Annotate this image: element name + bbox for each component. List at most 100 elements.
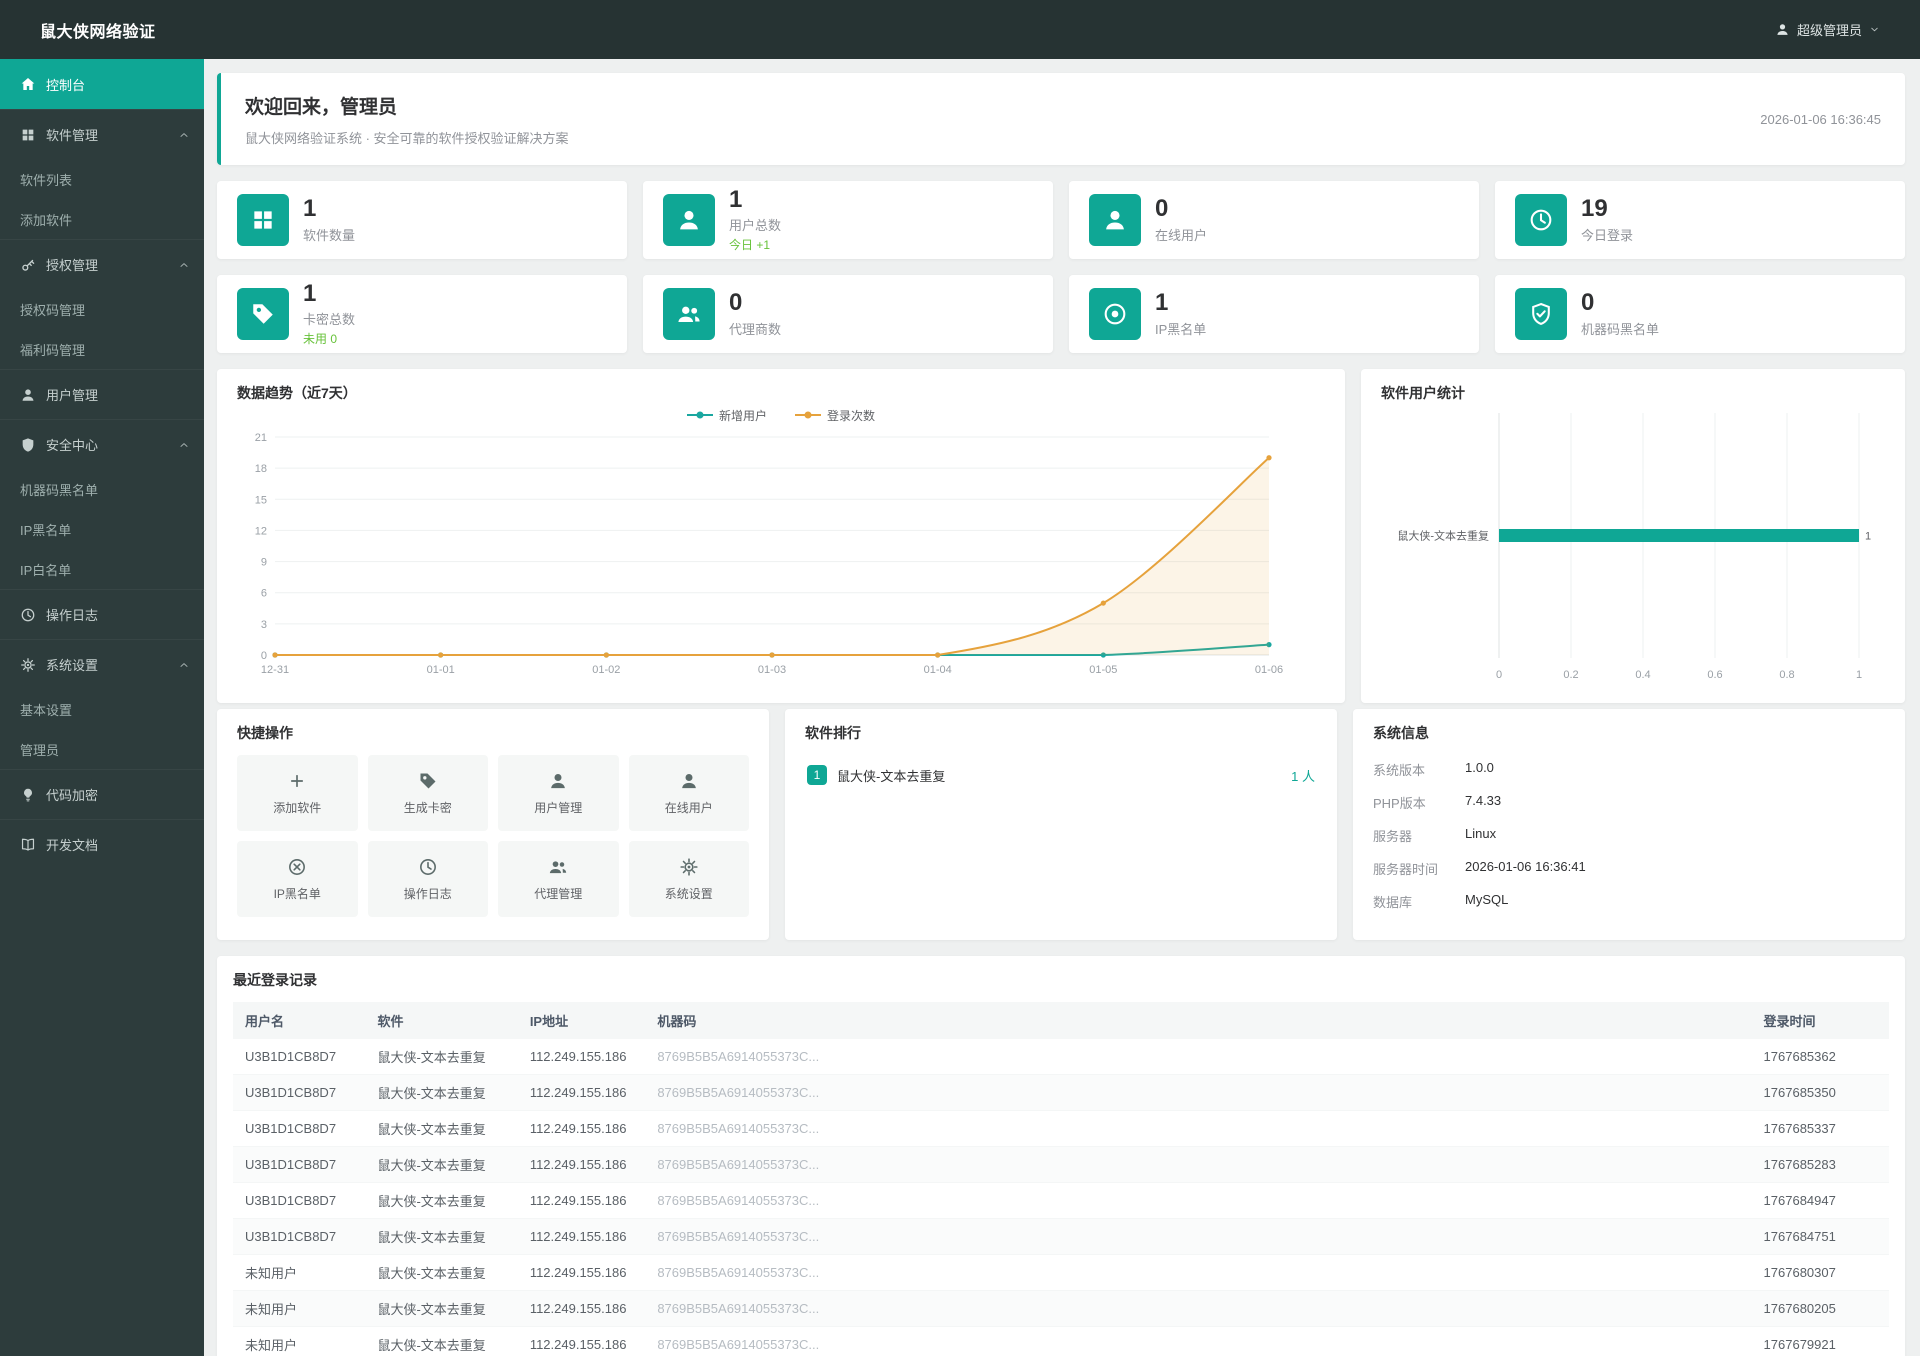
- quick-action-tile[interactable]: 系统设置: [628, 841, 749, 917]
- table-cell: 鼠大侠-文本去重复: [365, 1218, 518, 1255]
- legend-item[interactable]: 登录次数: [795, 407, 875, 424]
- sidebar-item-5[interactable]: 操作日志: [0, 589, 204, 639]
- column-header: IP地址: [517, 1002, 646, 1039]
- legend-item[interactable]: 新增用户: [686, 407, 767, 424]
- sidebar-item-8[interactable]: 开发文档: [0, 819, 204, 869]
- legend-marker-icon: [686, 411, 713, 419]
- user-menu-label: 超级管理员: [1796, 23, 1862, 38]
- recent-logins-title: 最近登录记录: [233, 972, 317, 988]
- stat-card: 19 今日登录: [1495, 181, 1905, 259]
- bulb-icon: [20, 787, 36, 803]
- table-cell: 鼠大侠-文本去重复: [365, 1110, 518, 1147]
- table-row: 未知用户 鼠大侠-文本去重复 112.249.155.186 8769B5B5A691…: [233, 1326, 1889, 1356]
- user-icon: [1102, 207, 1128, 233]
- sidebar-subitem[interactable]: 基本设置: [0, 689, 204, 729]
- software-ranking-card: 软件排行 1 鼠大侠-文本去重复 1 人: [785, 709, 1337, 940]
- quick-action-label: 操作日志: [403, 886, 452, 901]
- shield-icon: [20, 437, 36, 453]
- chevron-down-icon: [1869, 24, 1880, 35]
- stat-text: 1 软件数量: [303, 196, 355, 243]
- stat-value: 0: [1155, 195, 1169, 223]
- sidebar-subitem[interactable]: 管理员: [0, 729, 204, 769]
- table-cell: 1767680205: [1751, 1290, 1889, 1327]
- sidebar-item-7[interactable]: 代码加密: [0, 769, 204, 819]
- info-label: 系统版本: [1373, 763, 1426, 778]
- svg-text:0: 0: [261, 650, 267, 662]
- table-cell: 鼠大侠-文本去重复: [365, 1146, 518, 1183]
- gear-icon: [20, 657, 36, 673]
- stat-card-icon: [237, 288, 289, 340]
- stat-text: 1 卡密总数 未用 0: [303, 281, 355, 347]
- main-content: 欢迎回来，管理员 鼠大侠网络验证系统 · 安全可靠的软件授权验证解决方案 202…: [204, 59, 1920, 1356]
- svg-text:0.6: 0.6: [1707, 669, 1722, 681]
- stat-value: 19: [1581, 195, 1608, 223]
- trend-chart-card: 数据趋势（近7天） 新增用户 登录次数 0 3 6 9 12 15 18 21 12-31 01-0…: [217, 369, 1345, 703]
- table-cell: U3B1D1CB8D7: [233, 1110, 366, 1147]
- sidebar-subitem[interactable]: 软件列表: [0, 159, 204, 199]
- sidebar-item-4[interactable]: 安全中心: [0, 419, 204, 469]
- stat-text: 19 今日登录: [1581, 196, 1633, 243]
- ranking-item: 1 鼠大侠-文本去重复 1 人: [805, 759, 1317, 791]
- app-title: 鼠大侠网络验证: [40, 23, 156, 41]
- svg-text:01-06: 01-06: [1255, 664, 1283, 676]
- sidebar-subitem[interactable]: IP白名单: [0, 549, 204, 589]
- quick-action-tile[interactable]: 在线用户: [628, 755, 749, 831]
- stat-label: 用户总数: [729, 218, 782, 234]
- table-row: U3B1D1CB8D7 鼠大侠-文本去重复 112.249.155.186 8769B…: [233, 1182, 1889, 1219]
- users-icon: [548, 857, 568, 877]
- sidebar: 控制台 软件管理 软件列表 添加软件 授权管理 授权码管理 福利码管理 用户管理 安全中心 机器码…: [0, 59, 204, 1356]
- sidebar-item-6[interactable]: 系统设置: [0, 639, 204, 689]
- stat-label: IP黑名单: [1155, 321, 1207, 337]
- quick-action-tile[interactable]: 生成卡密: [367, 755, 488, 831]
- software-ranking-list: 1 鼠大侠-文本去重复 1 人: [805, 759, 1317, 791]
- stat-value: 1: [303, 279, 317, 307]
- grid-icon: [250, 207, 276, 233]
- stat-card: 1 卡密总数 未用 0: [217, 275, 627, 353]
- table-row: U3B1D1CB8D7 鼠大侠-文本去重复 112.249.155.186 8769B…: [233, 1074, 1889, 1111]
- quick-action-label: 代理管理: [534, 886, 583, 901]
- svg-text:12: 12: [255, 525, 267, 537]
- svg-text:01-02: 01-02: [592, 664, 620, 676]
- table-cell: U3B1D1CB8D7: [233, 1182, 366, 1219]
- chevron-up-icon: [178, 129, 190, 141]
- sidebar-subitem[interactable]: 添加软件: [0, 199, 204, 239]
- welcome-text: 欢迎回来，管理员 鼠大侠网络验证系统 · 安全可靠的软件授权验证解决方案: [245, 92, 569, 147]
- table-cell: 8769B5B5A6914055373C...: [645, 1326, 1752, 1356]
- table-cell: 未知用户: [233, 1290, 366, 1327]
- recent-logins-card: 最近登录记录 用户名 软件 IP地址 机器码 登录时间 U3B1D1CB8D7 鼠大侠-文…: [217, 956, 1905, 1356]
- welcome-banner: 欢迎回来，管理员 鼠大侠网络验证系统 · 安全可靠的软件授权验证解决方案 202…: [217, 73, 1905, 165]
- table-cell: 1767684751: [1751, 1218, 1889, 1255]
- table-cell: 未知用户: [233, 1326, 366, 1356]
- svg-text:01-03: 01-03: [758, 664, 786, 676]
- sidebar-item-3[interactable]: 用户管理: [0, 369, 204, 419]
- rank-software-name: 鼠大侠-文本去重复: [837, 768, 946, 784]
- sidebar-item-label: 系统设置: [46, 658, 99, 673]
- bottom-row: 快捷操作 添加软件 生成卡密 用户管理 在线用户 IP黑名单 操作日志 代理管理 系统设置 软…: [217, 709, 1905, 940]
- quick-action-tile[interactable]: IP黑名单: [237, 841, 358, 917]
- quick-action-tile[interactable]: 代理管理: [498, 841, 619, 917]
- quick-action-tile[interactable]: 用户管理: [498, 755, 619, 831]
- table-row: U3B1D1CB8D7 鼠大侠-文本去重复 112.249.155.186 8769B…: [233, 1039, 1889, 1075]
- table-cell: 鼠大侠-文本去重复: [365, 1254, 518, 1291]
- sidebar-subitem[interactable]: 福利码管理: [0, 329, 204, 369]
- sidebar-subitem[interactable]: IP黑名单: [0, 509, 204, 549]
- sidebar-subitem[interactable]: 授权码管理: [0, 289, 204, 329]
- quick-action-tile[interactable]: 操作日志: [367, 841, 488, 917]
- sidebar-item-2[interactable]: 授权管理: [0, 239, 204, 289]
- user-icon: [679, 771, 699, 791]
- info-value: 2026-01-06 16:36:41: [1465, 859, 1586, 874]
- quick-action-tile[interactable]: 添加软件: [237, 755, 358, 831]
- sidebar-subitem[interactable]: 机器码黑名单: [0, 469, 204, 509]
- table-cell: 8769B5B5A6914055373C...: [645, 1290, 1752, 1327]
- sidebar-item-0[interactable]: 控制台: [0, 59, 204, 109]
- user-menu[interactable]: 超级管理员: [1775, 20, 1880, 39]
- sidebar-item-1[interactable]: 软件管理: [0, 109, 204, 159]
- stat-card-icon: [1089, 288, 1141, 340]
- svg-text:6: 6: [261, 588, 267, 600]
- chevron-up-icon: [178, 259, 190, 271]
- stat-card-icon: [1515, 288, 1567, 340]
- stat-value: 1: [1155, 289, 1169, 317]
- table-cell: 鼠大侠-文本去重复: [365, 1290, 518, 1327]
- table-cell: U3B1D1CB8D7: [233, 1039, 366, 1075]
- table-cell: 112.249.155.186: [517, 1254, 646, 1291]
